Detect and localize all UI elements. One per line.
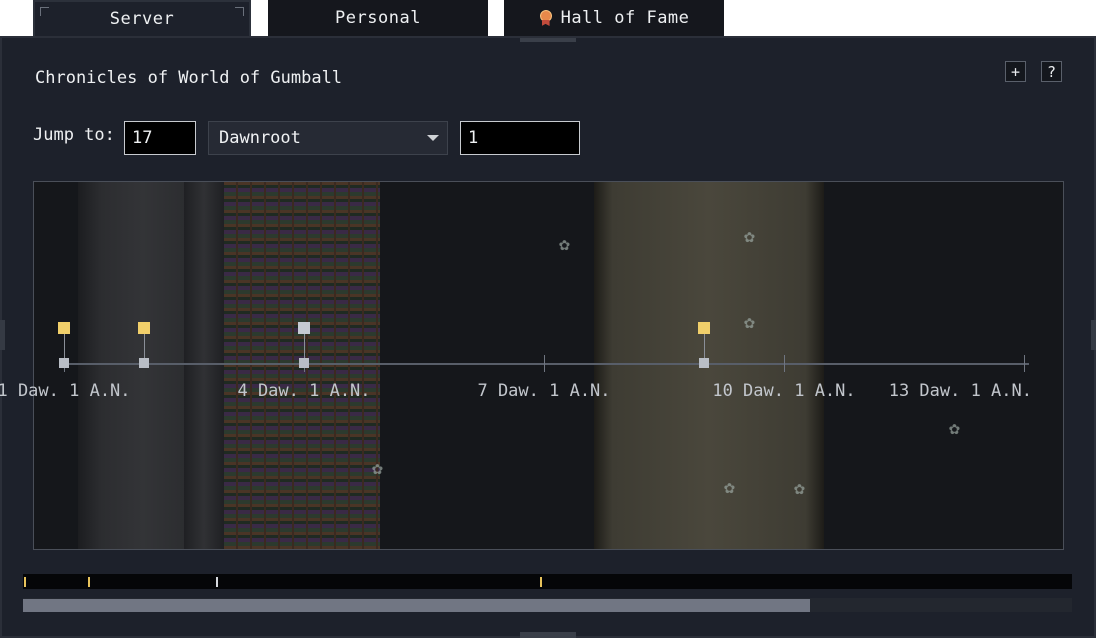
event-marker-gold[interactable] <box>58 322 70 334</box>
flower-icon: ✿ <box>372 458 383 479</box>
timeline-date-label: 7 Daw. 1 A.N. <box>477 381 611 401</box>
day-input[interactable]: 17 <box>124 121 196 155</box>
flower-icon: ✿ <box>794 478 805 499</box>
timeline-date-label: 13 Daw. 1 A.N. <box>888 381 1032 401</box>
panel-notch-left <box>0 320 5 350</box>
tab-server[interactable]: Server <box>33 0 251 36</box>
sand-background <box>594 182 824 549</box>
month-select[interactable]: Dawnroot <box>208 121 448 155</box>
timeline-tick <box>784 355 785 372</box>
minimap-event-marker <box>24 577 26 587</box>
tab-hall-of-fame[interactable]: Hall of Fame <box>504 0 724 36</box>
page-title: Chronicles of World of Gumball <box>35 68 343 88</box>
month-select-value: Dawnroot <box>219 128 301 148</box>
medal-icon <box>539 10 553 26</box>
panel-notch-bottom <box>520 632 576 638</box>
help-icon: ? <box>1046 62 1057 81</box>
timeline-tick <box>1024 355 1025 372</box>
chevron-down-icon <box>427 135 439 141</box>
tab-personal-label: Personal <box>335 8 421 28</box>
timeline-tick <box>544 355 545 372</box>
timeline-minimap[interactable] <box>23 574 1072 589</box>
timeline-date-label: 4 Daw. 1 A.N. <box>237 381 371 401</box>
event-marker-silver[interactable] <box>298 322 310 334</box>
timeline-date-label: 1 Daw. 1 A.N. <box>0 381 131 401</box>
flower-icon: ✿ <box>744 312 755 333</box>
panel-notch-right <box>1091 320 1096 350</box>
jump-to-label: Jump to: <box>33 125 115 145</box>
stone-pillar-background <box>184 182 224 549</box>
event-axis-node <box>699 358 709 368</box>
event-marker-gold[interactable] <box>138 322 150 334</box>
flower-icon: ✿ <box>949 418 960 439</box>
flower-icon: ✿ <box>744 226 755 247</box>
event-marker-gold[interactable] <box>698 322 710 334</box>
minimap-event-marker <box>216 577 218 587</box>
event-axis-node <box>139 358 149 368</box>
minimap-event-marker <box>88 577 90 587</box>
timeline-date-label: 10 Daw. 1 A.N. <box>712 381 856 401</box>
plus-icon: + <box>1010 62 1021 81</box>
timeline-axis <box>64 363 1029 365</box>
panel-notch-top <box>520 38 576 42</box>
flower-icon: ✿ <box>559 234 570 255</box>
horizontal-scrollbar-thumb[interactable] <box>23 599 810 612</box>
add-button[interactable]: + <box>1005 61 1026 82</box>
tab-personal[interactable]: Personal <box>268 0 488 36</box>
timeline-viewport[interactable]: ✿ ✿ ✿ ✿ ✿ ✿ ✿ <box>33 181 1064 550</box>
tab-server-label: Server <box>109 9 175 29</box>
event-axis-node <box>299 358 309 368</box>
event-axis-node <box>59 358 69 368</box>
tab-hall-of-fame-label: Hall of Fame <box>560 8 690 28</box>
flower-icon: ✿ <box>724 477 735 498</box>
minimap-event-marker <box>540 577 542 587</box>
help-button[interactable]: ? <box>1041 61 1062 82</box>
year-input[interactable]: 1 <box>460 121 580 155</box>
